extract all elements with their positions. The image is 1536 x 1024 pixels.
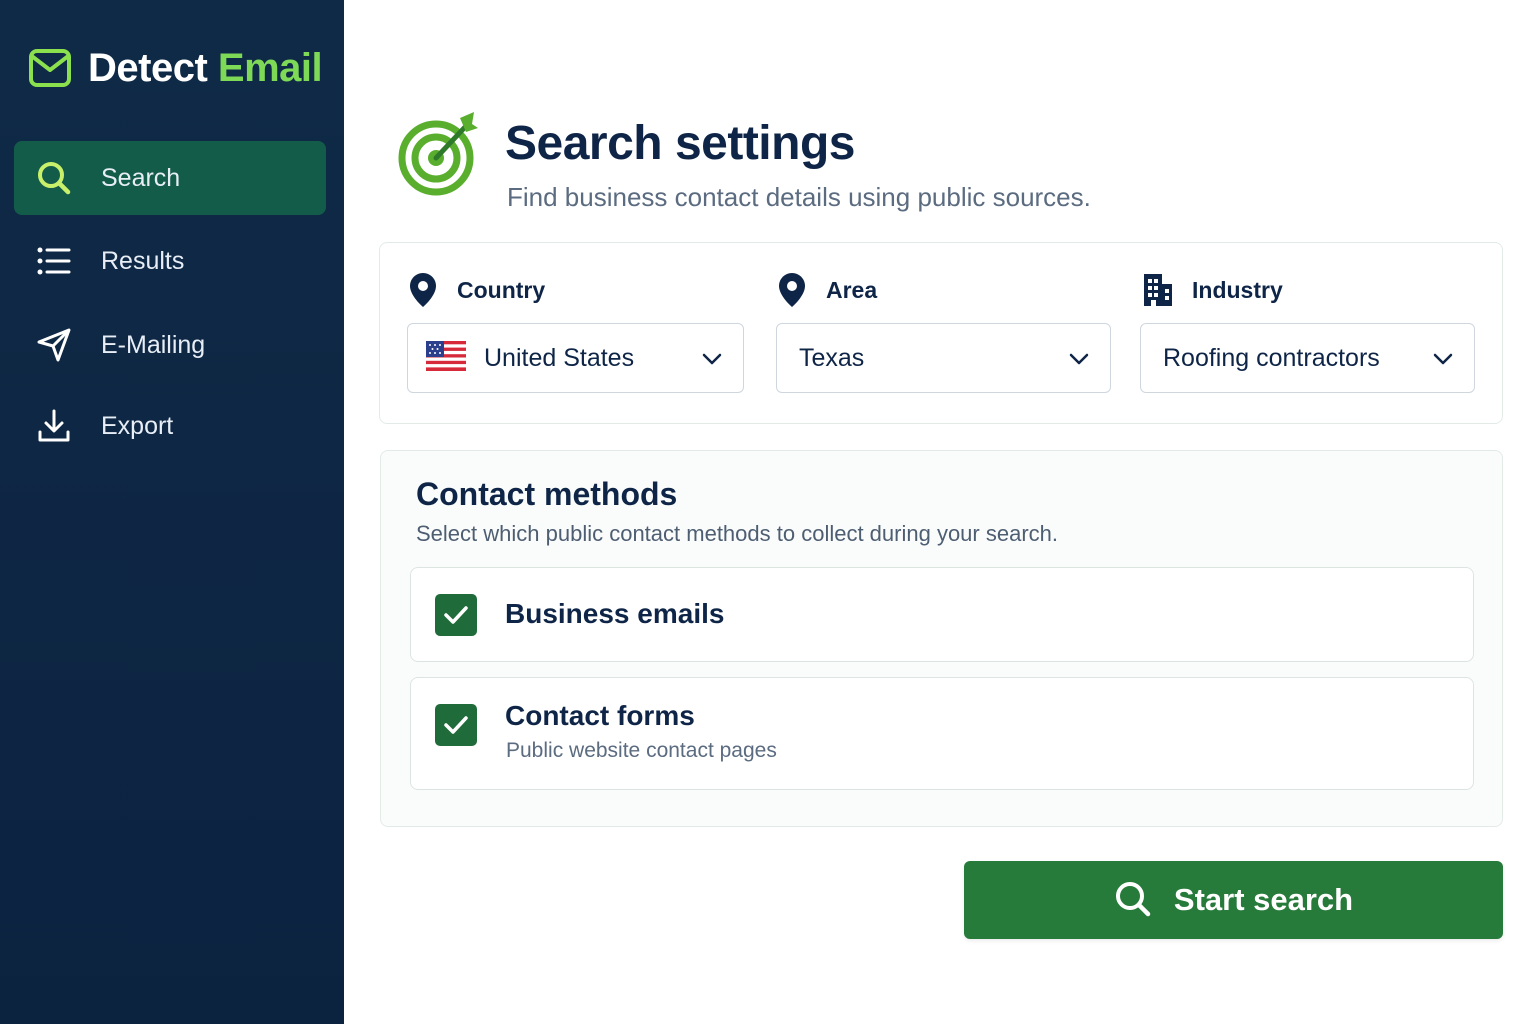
area-select[interactable]: Texas [776, 323, 1111, 393]
country-select-value: United States [484, 343, 635, 372]
envelope-icon [28, 46, 72, 90]
area-label-text: Area [826, 276, 878, 303]
page-subtitle: Find business contact details using publ… [507, 182, 1091, 212]
industry-select[interactable]: Roofing contractors [1140, 323, 1475, 393]
contact-methods-subtitle: Select which public contact methods to c… [416, 521, 1058, 546]
send-icon [34, 325, 74, 365]
sidebar-item-label: E-Mailing [101, 330, 206, 359]
area-select-value: Texas [799, 343, 865, 372]
chevron-down-icon [1432, 348, 1454, 370]
search-icon [1114, 880, 1152, 921]
target-icon [394, 108, 486, 200]
us-flag-icon [408, 340, 484, 376]
chevron-down-icon [701, 348, 723, 370]
option-contact-forms[interactable]: Contact forms Public website contact pag… [410, 677, 1474, 790]
industry-select-value: Roofing contractors [1163, 343, 1380, 372]
brand-name-part1: Detect [88, 45, 208, 90]
sidebar-item-search[interactable]: Search [14, 141, 326, 215]
business-emails-checkbox[interactable] [435, 594, 477, 636]
brand-logo[interactable]: Detect Email [28, 44, 323, 92]
area-label: Area [776, 272, 877, 308]
country-label: Country [407, 272, 545, 308]
industry-label-text: Industry [1192, 276, 1283, 303]
sidebar-item-label: Export [101, 411, 174, 440]
map-pin-icon [776, 272, 808, 308]
country-select[interactable]: United States [407, 323, 744, 393]
option-title: Business emails [505, 598, 725, 629]
brand-name: Detect Email [88, 45, 323, 91]
country-label-text: Country [457, 276, 546, 303]
page-title: Search settings [505, 117, 855, 170]
sidebar-item-export[interactable]: Export [14, 389, 326, 463]
building-icon [1142, 272, 1174, 308]
sidebar-item-e-mailing[interactable]: E-Mailing [14, 308, 326, 382]
option-description: Public website contact pages [506, 739, 777, 762]
sidebar-item-label: Search [101, 163, 181, 192]
list-icon [34, 241, 74, 281]
sidebar: Detect Email Search Results E-Mailing Ex… [0, 0, 344, 1024]
industry-label: Industry [1142, 272, 1283, 308]
start-search-label: Start search [1173, 882, 1354, 917]
download-icon [34, 406, 74, 446]
sidebar-item-label: Results [101, 246, 185, 275]
map-pin-icon [407, 272, 439, 308]
contact-methods-title: Contact methods [416, 476, 678, 512]
option-title: Contact forms [505, 700, 695, 731]
chevron-down-icon [1068, 348, 1090, 370]
brand-name-part2: Email [217, 45, 323, 90]
option-business-emails[interactable]: Business emails [410, 567, 1474, 662]
sidebar-item-results[interactable]: Results [14, 224, 326, 298]
start-search-button[interactable]: Start search [964, 861, 1503, 939]
check-icon [444, 606, 468, 624]
check-icon [444, 716, 468, 734]
search-icon [34, 158, 74, 198]
contact-forms-checkbox[interactable] [435, 704, 477, 746]
